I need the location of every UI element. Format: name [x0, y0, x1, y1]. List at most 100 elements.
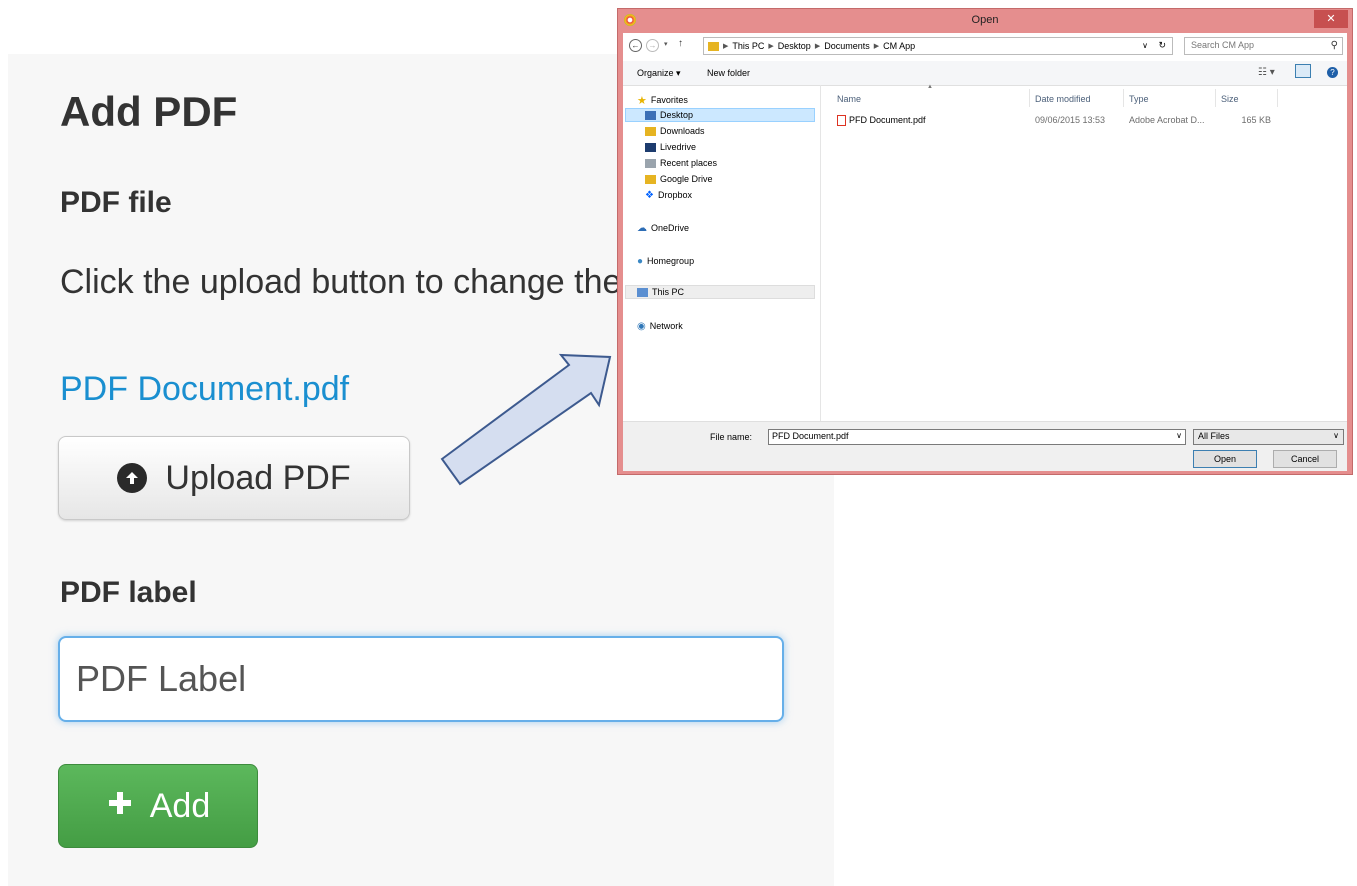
breadcrumb-separator-icon: ▶ — [768, 43, 774, 50]
breadcrumb-cm-app[interactable]: CM App — [883, 41, 915, 51]
nav-item-recent-places[interactable]: Recent places — [645, 156, 717, 170]
nav-item-livedrive[interactable]: Livedrive — [645, 140, 696, 154]
upload-pdf-button[interactable]: Upload PDF — [58, 436, 410, 520]
nav-item-label: Downloads — [660, 126, 705, 136]
column-divider[interactable] — [1215, 89, 1216, 107]
page-title: Add PDF — [60, 88, 238, 135]
desktop-icon — [645, 110, 656, 120]
column-divider[interactable] — [1277, 89, 1278, 107]
file-size-cell: 165 KB — [1241, 115, 1271, 125]
pdf-file-icon — [837, 115, 846, 127]
file-name-input[interactable]: PFD Document.pdf ∨ — [768, 429, 1186, 445]
pdf-label-input[interactable] — [58, 636, 784, 722]
breadcrumb-desktop[interactable]: Desktop — [778, 41, 811, 51]
dialog-close-button[interactable]: ✕ — [1314, 10, 1348, 28]
nav-this-pc-label: This PC — [652, 287, 685, 297]
file-name-dropdown-icon[interactable]: ∨ — [1176, 431, 1182, 440]
dialog-client-area: ← → ▾ ↑ ▶ This PC ▶ Desktop ▶ Documents … — [623, 33, 1347, 471]
folder-icon — [708, 41, 719, 51]
breadcrumb-separator-icon: ▶ — [814, 43, 821, 50]
organize-menu-button[interactable]: Organize ▾ — [637, 68, 681, 79]
column-header-size[interactable]: Size — [1221, 94, 1239, 104]
nav-item-downloads[interactable]: Downloads — [645, 124, 705, 138]
pdf-file-heading: PDF file — [60, 186, 172, 219]
file-list: ▲ Name Date modified Type Size PFD Docum… — [821, 84, 1347, 421]
dialog-footer: File name: PFD Document.pdf ∨ All Files … — [623, 421, 1347, 471]
up-arrow-icon[interactable]: ↑ — [678, 38, 683, 49]
address-row: ← → ▾ ↑ ▶ This PC ▶ Desktop ▶ Documents … — [623, 33, 1347, 61]
column-header-date[interactable]: Date modified — [1035, 94, 1091, 104]
nav-item-dropbox[interactable]: ❖ Dropbox — [645, 188, 692, 202]
homegroup-icon: ● — [637, 255, 644, 267]
file-type-cell: Adobe Acrobat D... — [1129, 115, 1205, 125]
nav-onedrive-label: OneDrive — [651, 223, 690, 233]
breadcrumb-documents[interactable]: Documents — [824, 41, 870, 51]
open-button[interactable]: Open — [1193, 450, 1257, 468]
breadcrumb-this-pc[interactable]: This PC — [732, 41, 764, 51]
column-divider[interactable] — [1029, 89, 1030, 107]
nav-item-label: Desktop — [660, 110, 694, 120]
nav-item-desktop[interactable]: Desktop — [625, 108, 815, 122]
help-icon[interactable]: ? — [1327, 67, 1338, 78]
back-icon[interactable]: ← — [629, 39, 642, 52]
upload-circle-arrow-icon — [117, 463, 148, 493]
column-divider[interactable] — [1123, 89, 1124, 107]
change-view-icon[interactable]: ☷ ▾ — [1258, 67, 1275, 78]
downloads-folder-icon — [645, 126, 656, 136]
nav-network[interactable]: ◉ Network — [637, 319, 683, 333]
nav-homegroup-label: Homegroup — [647, 256, 695, 266]
dialog-toolbar: Organize ▾ New folder ☷ ▾ ? — [623, 61, 1347, 86]
file-date-cell: 09/06/2015 13:53 — [1035, 115, 1106, 125]
add-button-label: Add — [149, 786, 211, 825]
nav-network-label: Network — [649, 321, 683, 331]
nav-homegroup[interactable]: ● Homegroup — [637, 254, 694, 268]
network-icon: ◉ — [637, 320, 646, 332]
open-file-dialog: Open ✕ ← → ▾ ↑ ▶ This PC ▶ Desktop ▶ Doc… — [617, 8, 1353, 475]
search-placeholder: Search CM App — [1191, 40, 1255, 50]
livedrive-icon — [645, 142, 656, 152]
callout-arrow — [440, 353, 612, 486]
file-type-select[interactable]: All Files ∨ — [1193, 429, 1344, 445]
new-folder-button[interactable]: New folder — [707, 68, 750, 78]
sort-indicator-icon: ▲ — [927, 84, 933, 90]
address-dropdown-icon[interactable]: ∨ — [1142, 41, 1148, 50]
column-header-type[interactable]: Type — [1129, 94, 1149, 104]
nav-favorites-label: Favorites — [650, 95, 688, 105]
dropbox-icon: ❖ — [645, 189, 654, 201]
search-icon[interactable]: ⚲ — [1331, 40, 1338, 51]
nav-this-pc[interactable]: This PC — [625, 285, 815, 299]
nav-favorites[interactable]: ★ Favorites — [637, 93, 688, 107]
address-bar[interactable]: ▶ This PC ▶ Desktop ▶ Documents ▶ CM App… — [703, 37, 1173, 55]
dialog-title: Open — [971, 14, 999, 26]
file-name-label: File name: — [710, 432, 753, 442]
refresh-icon[interactable]: ↻ — [1158, 40, 1166, 51]
pdf-label-heading: PDF label — [60, 576, 197, 609]
star-icon: ★ — [637, 94, 647, 107]
current-file-link[interactable]: PDF Document.pdf — [60, 370, 349, 409]
google-drive-folder-icon — [645, 174, 656, 184]
nav-item-label: Recent places — [660, 158, 718, 168]
file-type-value: All Files — [1198, 431, 1230, 441]
cancel-button[interactable]: Cancel — [1273, 450, 1337, 468]
plus-icon — [106, 787, 134, 826]
add-button[interactable]: Add — [58, 764, 258, 848]
recent-places-icon — [645, 158, 656, 168]
dialog-title-bar[interactable]: Open ✕ — [618, 9, 1352, 33]
file-name-text: PFD Document.pdf — [849, 115, 926, 125]
nav-item-google-drive[interactable]: Google Drive — [645, 172, 713, 186]
preview-pane-icon[interactable] — [1295, 64, 1311, 78]
breadcrumb-separator-icon: ▶ — [723, 43, 729, 50]
breadcrumb-separator-icon: ▶ — [873, 43, 880, 50]
computer-icon — [637, 287, 648, 297]
chevron-down-icon: ∨ — [1333, 431, 1339, 440]
file-name-value: PFD Document.pdf — [772, 431, 849, 441]
column-header-name[interactable]: Name — [837, 94, 861, 104]
forward-icon[interactable]: → — [646, 39, 659, 52]
nav-onedrive[interactable]: ☁ OneDrive — [637, 221, 689, 235]
search-input[interactable]: Search CM App ⚲ — [1184, 37, 1343, 55]
file-name-cell: PFD Document.pdf — [837, 115, 926, 127]
recent-locations-chevron-icon[interactable]: ▾ — [664, 40, 668, 48]
nav-item-label: Dropbox — [657, 190, 692, 200]
nav-item-label: Google Drive — [660, 174, 713, 184]
upload-pdf-button-label: Upload PDF — [165, 458, 351, 497]
